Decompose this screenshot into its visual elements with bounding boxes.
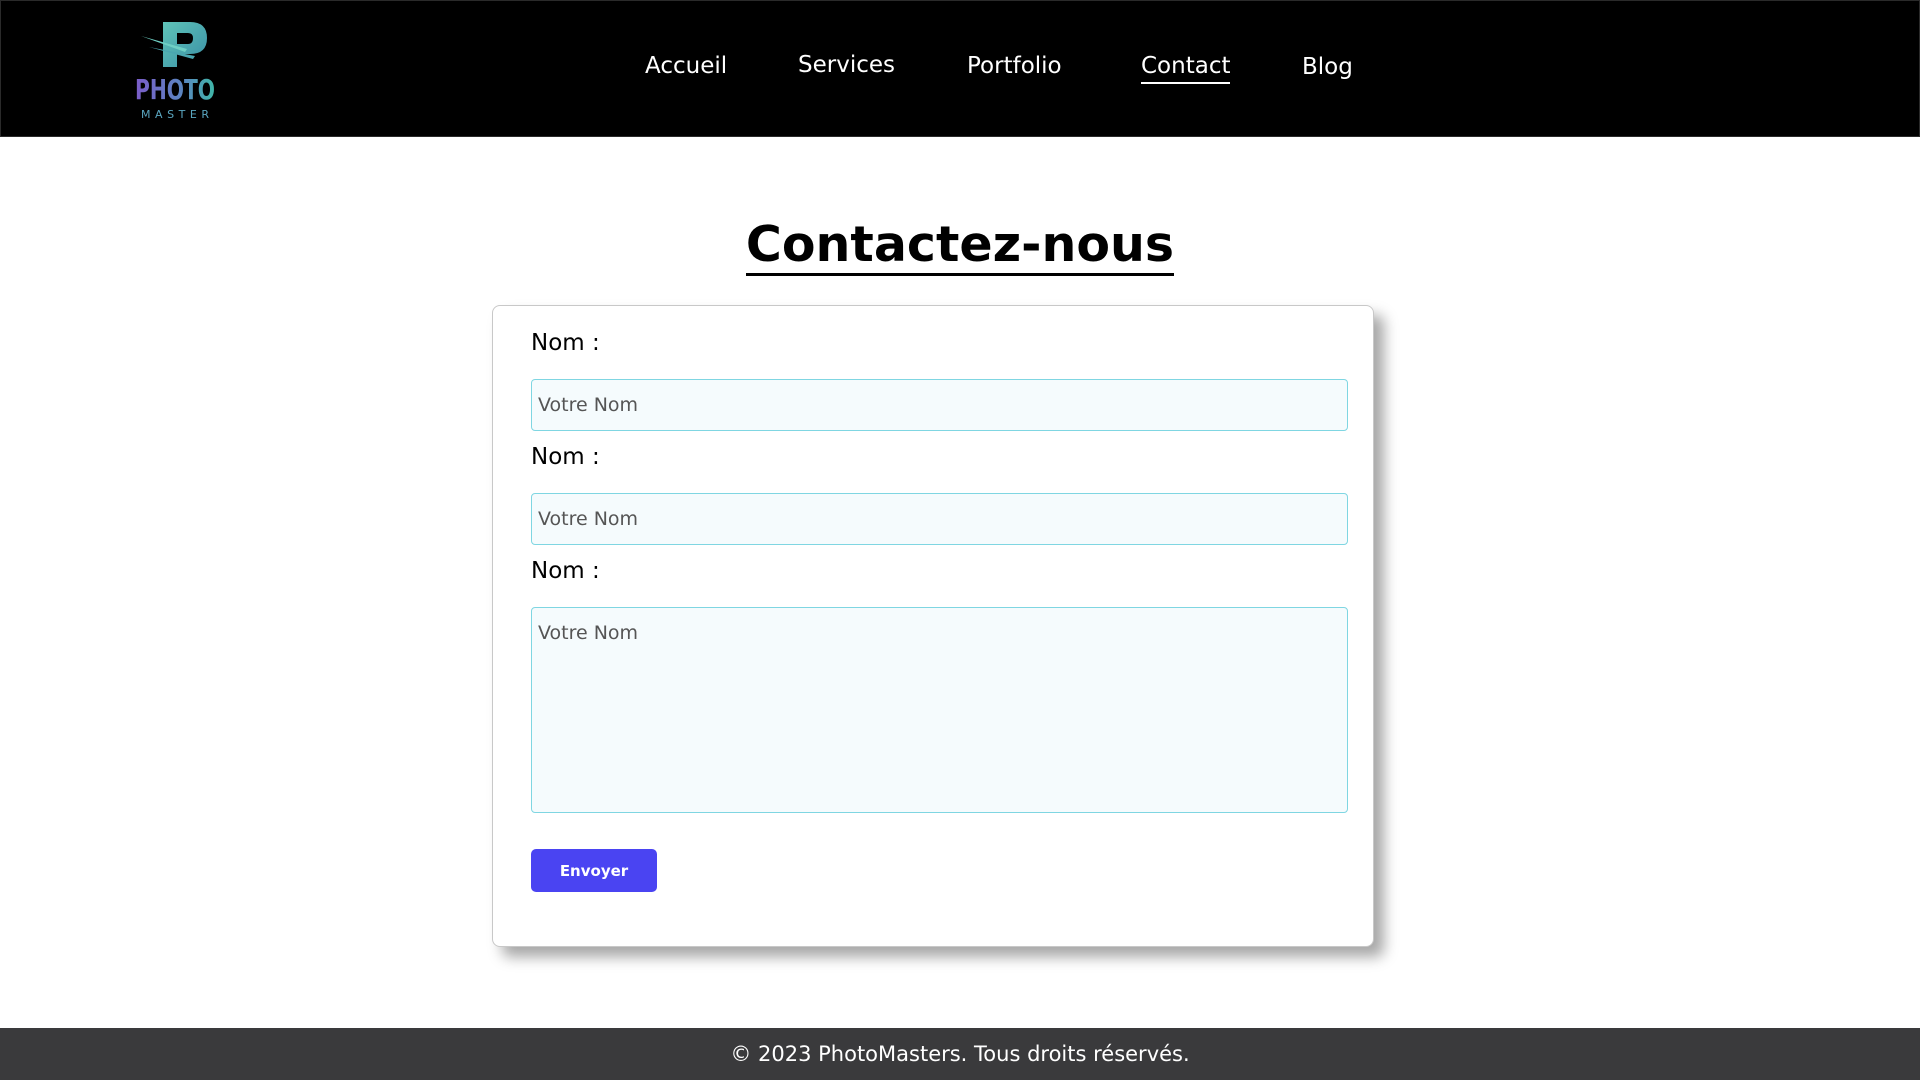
name-label-3: Nom : (531, 558, 600, 584)
main-nav: Accueil Services Portfolio Contact Blog (1, 1, 1919, 138)
name-label-1: Nom : (531, 330, 600, 356)
page-title-text: Contactez-nous (745, 216, 1175, 276)
nav-item-services[interactable]: Services (798, 50, 895, 80)
name-input-2[interactable] (531, 493, 1348, 545)
nav-item-portfolio[interactable]: Portfolio (967, 51, 1062, 81)
send-button[interactable]: Envoyer (531, 849, 657, 892)
name-label-2: Nom : (531, 444, 600, 470)
name-input-1[interactable] (531, 379, 1348, 431)
nav-item-contact[interactable]: Contact (1141, 51, 1231, 84)
nav-item-blog[interactable]: Blog (1302, 52, 1353, 82)
nav-item-accueil[interactable]: Accueil (645, 51, 727, 81)
site-header: PHOTO MASTER Accueil Services Portfolio … (0, 0, 1920, 137)
copyright-text: © 2023 PhotoMasters. Tous droits réservé… (730, 1042, 1190, 1066)
site-footer: © 2023 PhotoMasters. Tous droits réservé… (0, 1028, 1920, 1080)
message-textarea[interactable] (531, 607, 1348, 813)
page-title: Contactez-nous (0, 214, 1920, 276)
contact-form: Nom : Nom : Nom : Envoyer (492, 305, 1374, 947)
